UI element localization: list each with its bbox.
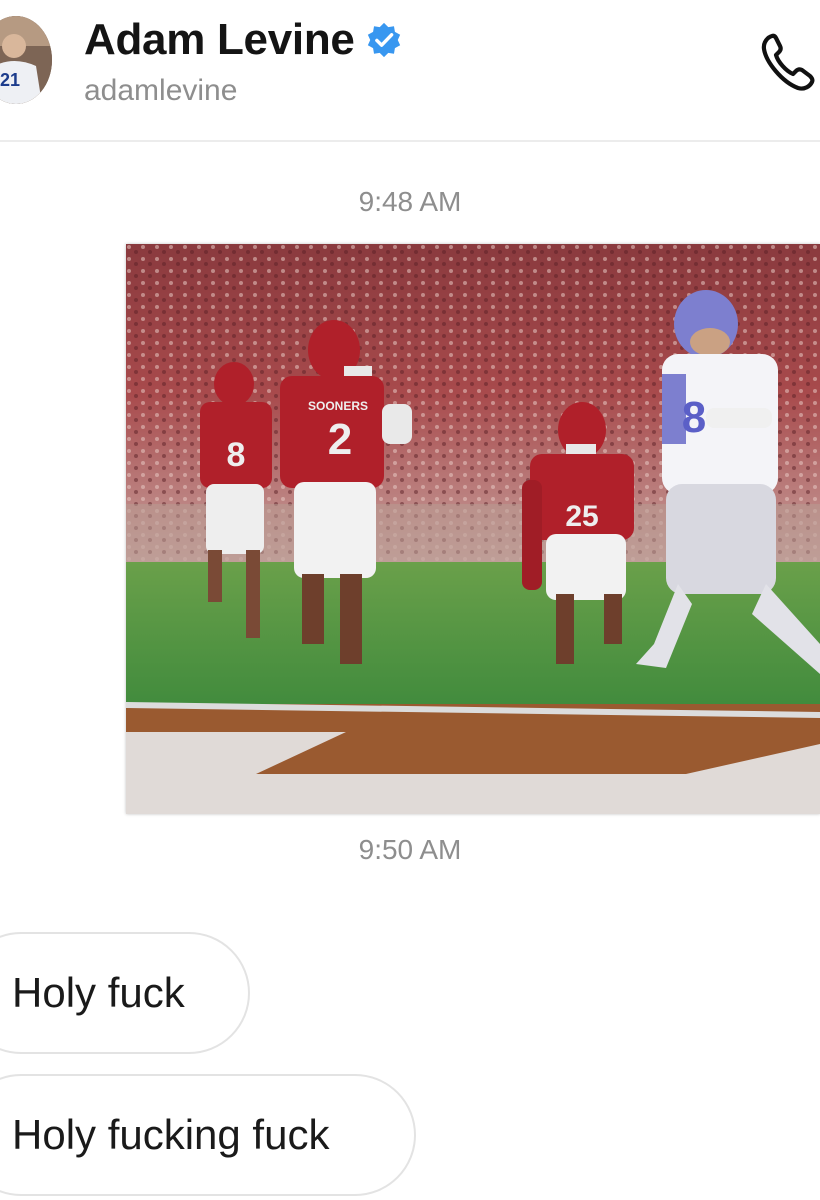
avatar-jersey-number: 21 <box>0 70 20 90</box>
contact-name-row: Adam Levine <box>84 14 403 66</box>
svg-text:SOONERS: SOONERS <box>308 399 368 413</box>
contact-avatar[interactable]: 21 <box>0 16 52 104</box>
svg-text:25: 25 <box>565 500 598 533</box>
photo-message[interactable]: 8 SOONERS 2 25 8 <box>126 244 820 814</box>
svg-text:8: 8 <box>682 393 706 442</box>
message-text: Holy fucking fuck <box>12 1111 330 1158</box>
received-message-bubble[interactable]: Holy fucking fuck <box>0 1074 416 1196</box>
football-photo: 8 SOONERS 2 25 8 <box>126 244 820 814</box>
phone-call-icon[interactable] <box>758 28 820 96</box>
contact-username: adamlevine <box>84 74 238 107</box>
message-timestamp: 9:48 AM <box>358 186 462 217</box>
contact-name[interactable]: Adam Levine <box>84 15 355 65</box>
conversation-header: 21 Adam Levine adamlevine <box>0 0 820 142</box>
message-timestamp: 9:50 AM <box>358 834 462 865</box>
received-message-bubble[interactable]: Holy fuck <box>0 932 250 1054</box>
avatar-image: 21 <box>0 16 52 104</box>
svg-text:8: 8 <box>227 436 246 474</box>
message-text: Holy fuck <box>12 969 185 1016</box>
svg-text:2: 2 <box>328 415 352 464</box>
verified-badge-icon <box>367 22 400 58</box>
